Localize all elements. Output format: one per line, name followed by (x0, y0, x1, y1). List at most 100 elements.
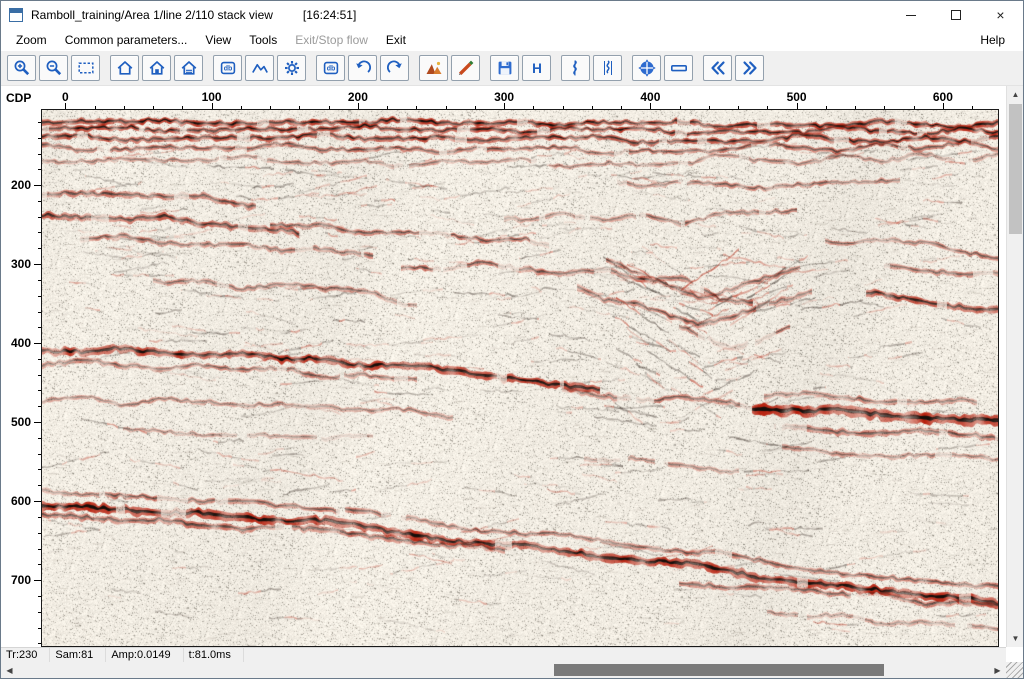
window-controls: × (888, 1, 1023, 29)
trace-header-h-icon: H (528, 59, 546, 77)
crosshair-target-button[interactable] (632, 55, 661, 81)
next-fragment-icon (741, 59, 759, 77)
y-tick (34, 264, 41, 265)
trace-header-h-button[interactable]: H (522, 55, 551, 81)
db-display-button[interactable]: db (213, 55, 242, 81)
zoom-out-button[interactable] (39, 55, 68, 81)
menu-exit[interactable]: Exit (377, 33, 415, 47)
wiggle-trace-button[interactable] (561, 55, 590, 81)
raster-image-button[interactable] (419, 55, 448, 81)
scroll-left-icon[interactable]: ◀ (1, 662, 18, 678)
scroll-down-icon[interactable]: ▼ (1007, 630, 1024, 647)
horizontal-scrollbar[interactable]: ◀ ▶ (1, 662, 1006, 678)
home-restore-icon (148, 59, 166, 77)
menu-help[interactable]: Help (974, 33, 1011, 47)
previous-fragment-button[interactable] (703, 55, 732, 81)
y-minor-tick (38, 628, 41, 629)
x-minor-tick (826, 106, 827, 109)
toolbar: db db H (1, 51, 1023, 86)
y-tick-label: 700 (1, 573, 31, 587)
home-restore-button[interactable] (142, 55, 171, 81)
vertical-scroll-thumb[interactable] (1009, 104, 1022, 234)
x-minor-tick (592, 106, 593, 109)
scroll-right-icon[interactable]: ▶ (989, 662, 1006, 678)
y-minor-tick (38, 327, 41, 328)
svg-text:db: db (223, 66, 232, 73)
x-tick-label: 300 (494, 90, 514, 104)
seismic-plot-frame (41, 109, 999, 647)
status-time: t:81.0ms (184, 648, 244, 662)
maximize-button[interactable] (933, 1, 978, 29)
x-minor-tick (299, 106, 300, 109)
picking-pencil-icon (457, 59, 475, 77)
y-tick-label: 500 (1, 415, 31, 429)
db-display-2-button[interactable]: db (316, 55, 345, 81)
app-icon (9, 8, 23, 22)
app-window: Ramboll_training/Area 1/line 2/110 stack… (0, 0, 1024, 679)
wiggle-trace-icon (567, 59, 585, 77)
save-button[interactable] (490, 55, 519, 81)
y-tick (34, 422, 41, 423)
x-minor-tick (709, 106, 710, 109)
picking-pencil-button[interactable] (451, 55, 480, 81)
x-tick (650, 103, 651, 109)
scroll-up-icon[interactable]: ▲ (1007, 86, 1024, 103)
x-tick (797, 103, 798, 109)
flat-window-button[interactable] (664, 55, 693, 81)
x-minor-tick (416, 106, 417, 109)
y-tick (34, 185, 41, 186)
maximize-icon (951, 10, 961, 20)
zoom-in-button[interactable] (7, 55, 36, 81)
y-minor-tick (38, 438, 41, 439)
vertical-scrollbar[interactable]: ▲ ▼ (1006, 86, 1023, 647)
y-tick (34, 580, 41, 581)
x-minor-tick (241, 106, 242, 109)
db-display-2-icon: db (322, 59, 340, 77)
home-ruler-icon (180, 59, 198, 77)
y-minor-tick (38, 296, 41, 297)
home-ruler-button[interactable] (174, 55, 203, 81)
menu-view[interactable]: View (196, 33, 240, 47)
close-button[interactable]: × (978, 1, 1023, 29)
next-fragment-button[interactable] (735, 55, 764, 81)
x-minor-tick (124, 106, 125, 109)
y-minor-tick (38, 564, 41, 565)
minimize-button[interactable] (888, 1, 933, 29)
title-bar: Ramboll_training/Area 1/line 2/110 stack… (1, 1, 1023, 29)
y-tick (34, 501, 41, 502)
raster-image-icon (425, 59, 443, 77)
y-tick-label: 300 (1, 257, 31, 271)
horizontal-scroll-thumb[interactable] (554, 664, 884, 676)
x-minor-tick (533, 106, 534, 109)
parameters-gear-button[interactable] (277, 55, 306, 81)
x-minor-tick (475, 106, 476, 109)
axis-corner-label: CDP (6, 91, 31, 105)
home-view-button[interactable] (110, 55, 139, 81)
undo-view-button[interactable] (348, 55, 377, 81)
resize-grip-icon[interactable] (1006, 662, 1023, 678)
y-minor-tick (38, 201, 41, 202)
y-tick-label: 600 (1, 494, 31, 508)
zoom-rect-button[interactable] (71, 55, 100, 81)
y-minor-tick (38, 138, 41, 139)
menu-common-parameters[interactable]: Common parameters... (56, 33, 197, 47)
x-tick (943, 103, 944, 109)
parameters-gear-icon (283, 59, 301, 77)
seismic-section[interactable] (42, 110, 998, 646)
menu-tools[interactable]: Tools (240, 33, 286, 47)
wiggle-trace-dense-button[interactable] (593, 55, 622, 81)
y-minor-tick (38, 533, 41, 534)
x-tick (65, 103, 66, 109)
y-tick-label: 400 (1, 336, 31, 350)
zoom-rect-icon (77, 59, 95, 77)
y-minor-tick (38, 643, 41, 644)
y-minor-tick (38, 454, 41, 455)
status-amplitude: Amp:0.0149 (106, 648, 183, 662)
x-minor-tick (884, 106, 885, 109)
x-tick (504, 103, 505, 109)
y-minor-tick (38, 280, 41, 281)
wave-interpolation-button[interactable] (245, 55, 274, 81)
menu-zoom[interactable]: Zoom (7, 33, 56, 47)
y-minor-tick (38, 359, 41, 360)
redo-view-button[interactable] (380, 55, 409, 81)
